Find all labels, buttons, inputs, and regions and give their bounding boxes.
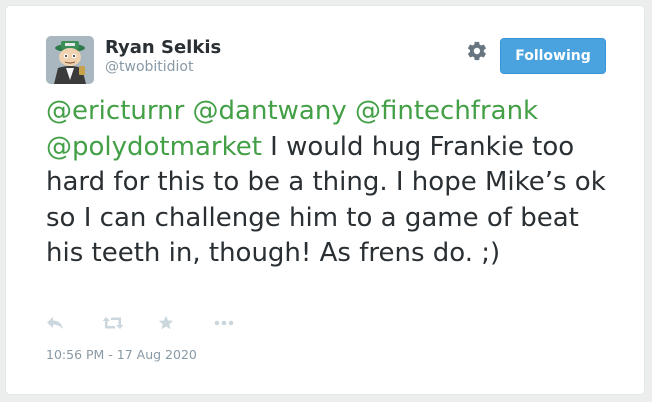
favorite-icon bbox=[158, 315, 174, 330]
mention-link[interactable]: @polydotmarket bbox=[46, 132, 262, 162]
author-handle[interactable]: @twobitidiot bbox=[105, 59, 194, 75]
gear-icon[interactable] bbox=[466, 40, 488, 62]
retweet-icon bbox=[102, 317, 124, 329]
tweet-card: Ryan Selkis @twobitidiot Following @eric… bbox=[5, 5, 645, 395]
reply-button[interactable] bbox=[46, 314, 102, 332]
reply-icon bbox=[47, 317, 63, 329]
tweet-timestamp[interactable]: 10:56 PM - 17 Aug 2020 bbox=[46, 347, 197, 362]
avatar-image bbox=[46, 36, 94, 84]
mention-link[interactable]: @ericturnr bbox=[46, 96, 184, 126]
tweet-text: @ericturnr @dantwany @fintechfrank @poly… bbox=[46, 94, 606, 272]
favorite-button[interactable] bbox=[158, 314, 214, 332]
avatar[interactable] bbox=[46, 36, 94, 84]
author-name[interactable]: Ryan Selkis bbox=[105, 37, 221, 58]
tweet-actions bbox=[46, 314, 270, 332]
more-icon bbox=[214, 320, 234, 326]
more-button[interactable] bbox=[214, 314, 270, 332]
mention-link[interactable]: @fintechfrank bbox=[355, 96, 538, 126]
mention-link[interactable]: @dantwany bbox=[193, 96, 347, 126]
retweet-button[interactable] bbox=[102, 314, 158, 332]
following-button[interactable]: Following bbox=[500, 38, 606, 74]
